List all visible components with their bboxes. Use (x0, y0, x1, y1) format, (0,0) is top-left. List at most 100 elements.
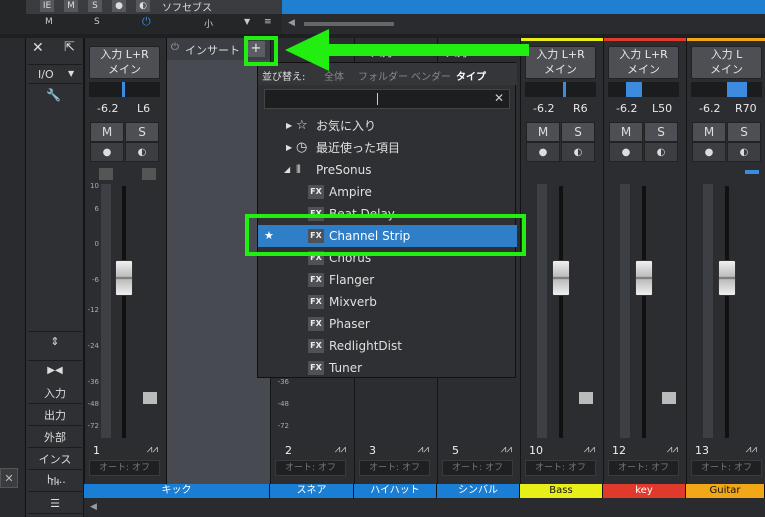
top-btn-mon-icon[interactable]: ◐ (136, 0, 150, 12)
waveform-icon[interactable]: ⩘⩘ (667, 444, 678, 455)
top-btn-m[interactable]: M (64, 0, 78, 12)
waveform-icon[interactable]: ⩘⩘ (418, 444, 429, 455)
monitor-icon[interactable]: ◐ (727, 142, 761, 162)
close-panel-icon[interactable]: ✕ (0, 468, 18, 488)
channel-name-snare[interactable]: スネア (270, 484, 354, 498)
pan-slider[interactable] (691, 82, 762, 97)
pan-knob[interactable] (122, 82, 125, 97)
width-toggle-icon[interactable]: ▶◀ (28, 360, 82, 380)
meter-config-icon[interactable] (142, 168, 156, 180)
expand-arrow-icon[interactable]: ▶ (286, 115, 292, 137)
monitor-icon[interactable]: ◐ (125, 142, 159, 162)
volume-fader[interactable] (635, 260, 653, 296)
fader-track[interactable] (725, 186, 729, 438)
input-selector-button[interactable]: 入力 L メイン (691, 46, 762, 79)
volume-fader[interactable] (115, 260, 133, 296)
waveform-icon[interactable]: ⩘⩘ (584, 444, 595, 455)
meter-mode-icon[interactable] (662, 392, 676, 404)
solo-button[interactable]: S (125, 122, 159, 142)
sort-vendor[interactable]: ベンダー (411, 68, 451, 83)
height-toggle-icon[interactable]: ⇕ (28, 331, 82, 351)
mute-button[interactable]: M (692, 122, 726, 142)
channel-name-bass[interactable]: Bass (520, 484, 603, 498)
automation-mode[interactable]: オート: オフ (691, 460, 762, 476)
plugin-item[interactable]: FX Ampire (258, 181, 517, 203)
power-icon[interactable]: ⏻ (142, 15, 151, 29)
top-dropdown-icon[interactable]: ▼ (244, 17, 250, 26)
input-selector-button[interactable]: 入力 L+R メイン (608, 46, 679, 79)
solo-button[interactable]: S (644, 122, 678, 142)
input-selector-button[interactable]: 入力 L+R メイン (89, 46, 160, 79)
meter-mode-icon[interactable] (579, 392, 593, 404)
scroll-thumb[interactable] (304, 22, 394, 26)
volume-fader[interactable] (718, 260, 736, 296)
timeline-scroll[interactable]: ◀ (282, 14, 765, 34)
mute-button[interactable]: M (526, 122, 560, 142)
automation-mode[interactable]: オート: オフ (525, 460, 596, 476)
plugin-search-input[interactable]: ✕ (264, 89, 510, 109)
volume-fader[interactable] (552, 260, 570, 296)
pan-slider[interactable] (608, 82, 679, 97)
automation-mode[interactable]: オート: オフ (275, 460, 346, 476)
waveform-icon[interactable]: ⩘⩘ (746, 444, 757, 455)
close-icon[interactable]: ✕ (32, 40, 44, 56)
plugin-item[interactable]: FX Flanger (258, 269, 517, 291)
expand-arrow-icon[interactable]: ▶ (286, 137, 292, 159)
top-m-label[interactable]: M (45, 17, 53, 27)
mute-button[interactable]: M (609, 122, 643, 142)
monitor-icon[interactable]: ◐ (644, 142, 678, 162)
insert-power-icon[interactable]: ⏻ (171, 42, 179, 53)
horizontal-scrollbar[interactable]: ◀ (84, 498, 765, 517)
tree-favorites[interactable]: ▶ ☆ お気に入り (258, 115, 517, 137)
expand-icon[interactable]: ⇱ (64, 40, 75, 55)
side-output-button[interactable]: 出力 (28, 406, 82, 426)
waveform-icon[interactable]: ⩘⩘ (147, 444, 158, 455)
waveform-icon[interactable]: ⩘⩘ (501, 444, 512, 455)
pan-knob[interactable] (626, 82, 642, 97)
side-instrument-button[interactable]: インスト... (28, 450, 82, 486)
pan-knob[interactable] (563, 82, 566, 97)
side-external-button[interactable]: 外部 (28, 428, 82, 448)
clear-search-icon[interactable]: ✕ (494, 91, 504, 105)
monitor-icon[interactable]: ◐ (561, 142, 595, 162)
meter-mode-icon[interactable] (143, 392, 157, 404)
automation-mode[interactable]: オート: オフ (359, 460, 430, 476)
collapse-arrow-icon[interactable]: ◢ (284, 159, 290, 181)
record-arm-icon[interactable]: ● (90, 142, 124, 162)
record-arm-icon[interactable]: ● (692, 142, 726, 162)
top-btn-rec-icon[interactable]: ● (112, 0, 126, 12)
automation-mode[interactable]: オート: オフ (608, 460, 679, 476)
automation-mode[interactable]: オート: オフ (89, 460, 160, 476)
tree-vendor-presonus[interactable]: ◢ ⦀ PreSonus (258, 159, 517, 181)
top-menu-icon[interactable]: ≡ (264, 17, 272, 27)
scroll-left-icon[interactable]: ◀ (288, 18, 295, 28)
fader-track[interactable] (559, 186, 563, 438)
channel-name-guitar[interactable]: Guitar (686, 484, 765, 498)
sort-type[interactable]: タイプ (456, 68, 486, 83)
pan-slider[interactable] (525, 82, 596, 97)
fader-track[interactable] (642, 186, 646, 438)
side-list-icon[interactable]: ☰ (28, 494, 82, 514)
channel-name-kick[interactable]: キック (84, 484, 270, 498)
channel-name-key[interactable]: key (603, 484, 686, 498)
fader-track[interactable] (122, 186, 126, 438)
plugin-item[interactable]: FX Tuner (258, 357, 517, 379)
solo-button[interactable]: S (727, 122, 761, 142)
automation-mode[interactable]: オート: オフ (442, 460, 513, 476)
tree-recent[interactable]: ▶ ◷ 最近使った項目 (258, 137, 517, 159)
channel-name-cymbal[interactable]: シンバル (437, 484, 520, 498)
plugin-item[interactable]: FX Mixverb (258, 291, 517, 313)
solo-button[interactable]: S (561, 122, 595, 142)
top-btn-ie[interactable]: IE (40, 0, 54, 12)
record-arm-icon[interactable]: ● (526, 142, 560, 162)
waveform-icon[interactable]: ⩘⩘ (335, 444, 346, 455)
mute-button[interactable]: M (90, 122, 124, 142)
input-selector-button[interactable]: 入力 L+R メイン (525, 46, 596, 79)
io-selector[interactable]: I/O ▼ (28, 64, 82, 84)
pan-knob[interactable] (727, 82, 747, 97)
record-arm-icon[interactable]: ● (609, 142, 643, 162)
top-s-label[interactable]: S (94, 17, 100, 27)
side-banks-icon[interactable]: ılı (28, 472, 82, 492)
sort-folder[interactable]: フォルダー (358, 68, 408, 83)
wrench-icon[interactable]: 🔧 (46, 88, 61, 102)
